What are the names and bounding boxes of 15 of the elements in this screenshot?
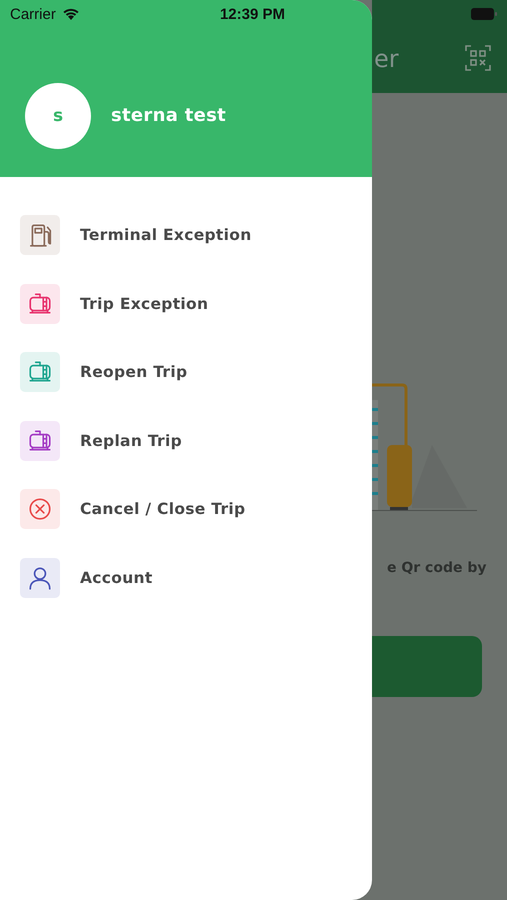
menu-item[interactable]: Reopen Trip	[0, 338, 372, 406]
instruction-text: e Qr code by	[387, 560, 487, 576]
qr-scan-icon[interactable]	[465, 45, 491, 71]
carrier-label: Carrier	[10, 6, 56, 22]
menu-item[interactable]: Account	[0, 544, 372, 612]
status-time: 12:39 PM	[220, 6, 286, 22]
menu-item[interactable]: Replan Trip	[0, 406, 372, 475]
battery-icon	[470, 8, 497, 20]
user-name: sterna test	[111, 105, 226, 126]
avatar: s	[25, 82, 91, 148]
menu-item[interactable]: Terminal Exception	[0, 201, 372, 270]
menu-item[interactable]: Cancel / Close Trip	[0, 475, 372, 544]
menu-item[interactable]: Trip Exception	[0, 270, 372, 338]
screen-title: er	[374, 45, 399, 73]
wifi-icon	[60, 7, 81, 21]
